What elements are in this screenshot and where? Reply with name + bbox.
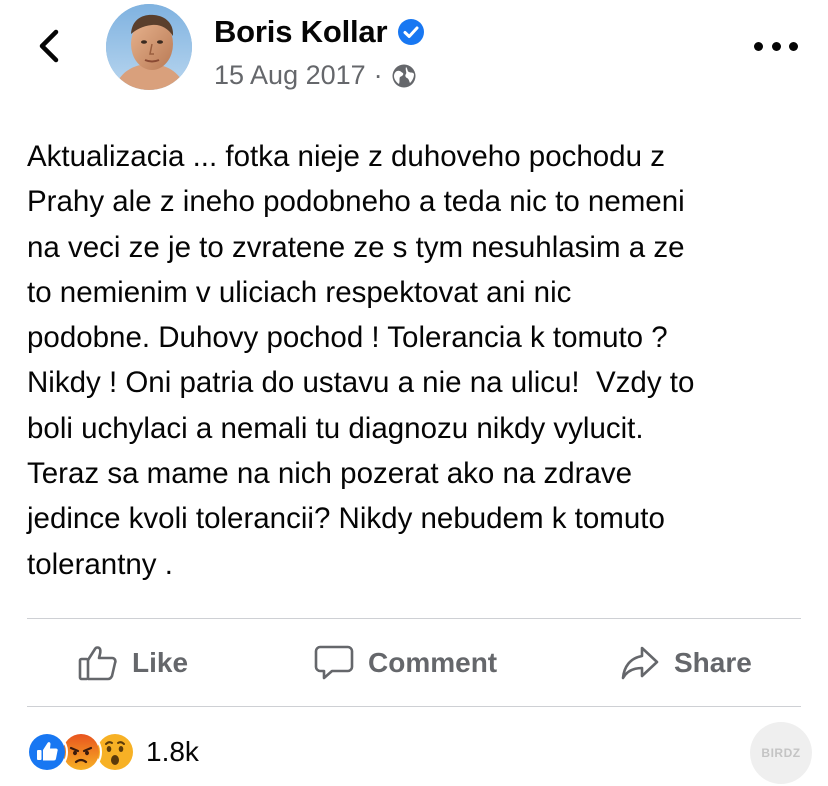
author-row: Boris Kollar: [214, 14, 425, 50]
more-dot: [771, 41, 781, 51]
watermark-logo: BIRDZ: [750, 722, 812, 784]
post-text: Aktualizacia ... fotka nieje z duhoveho …: [27, 140, 695, 581]
like-label: Like: [132, 647, 189, 678]
back-button[interactable]: [30, 26, 70, 66]
verified-badge-icon: [398, 19, 425, 45]
profile-photo: [106, 4, 192, 90]
share-arrow-icon: [621, 646, 659, 680]
more-dot: [754, 41, 763, 51]
comment-button[interactable]: Comment: [314, 640, 497, 686]
share-button[interactable]: Share: [620, 640, 752, 686]
reaction-count: 1.8k: [146, 736, 199, 767]
chevron-left-icon: [39, 29, 59, 63]
post-date[interactable]: 15 Aug 2017: [214, 60, 366, 91]
post-meta: 15 Aug 2017 ·: [214, 60, 417, 91]
thumbs-up-icon: [78, 646, 117, 681]
divider-bottom: [27, 706, 801, 707]
meta-separator: ·: [373, 60, 383, 90]
share-label: Share: [674, 647, 752, 678]
avatar[interactable]: [106, 4, 192, 90]
more-options-button[interactable]: [754, 36, 798, 56]
reactions-summary[interactable]: 1.8k: [26, 731, 199, 773]
more-dot: [789, 41, 798, 51]
divider-top: [27, 618, 801, 619]
globe-icon: [392, 64, 416, 87]
speech-bubble-icon: [314, 645, 354, 680]
like-button[interactable]: Like: [78, 640, 188, 686]
like-reaction-icon: [26, 731, 68, 773]
author-name[interactable]: Boris Kollar: [214, 14, 388, 50]
comment-label: Comment: [368, 647, 498, 678]
post-header: Boris Kollar 15 Aug 2017 ·: [0, 0, 828, 110]
